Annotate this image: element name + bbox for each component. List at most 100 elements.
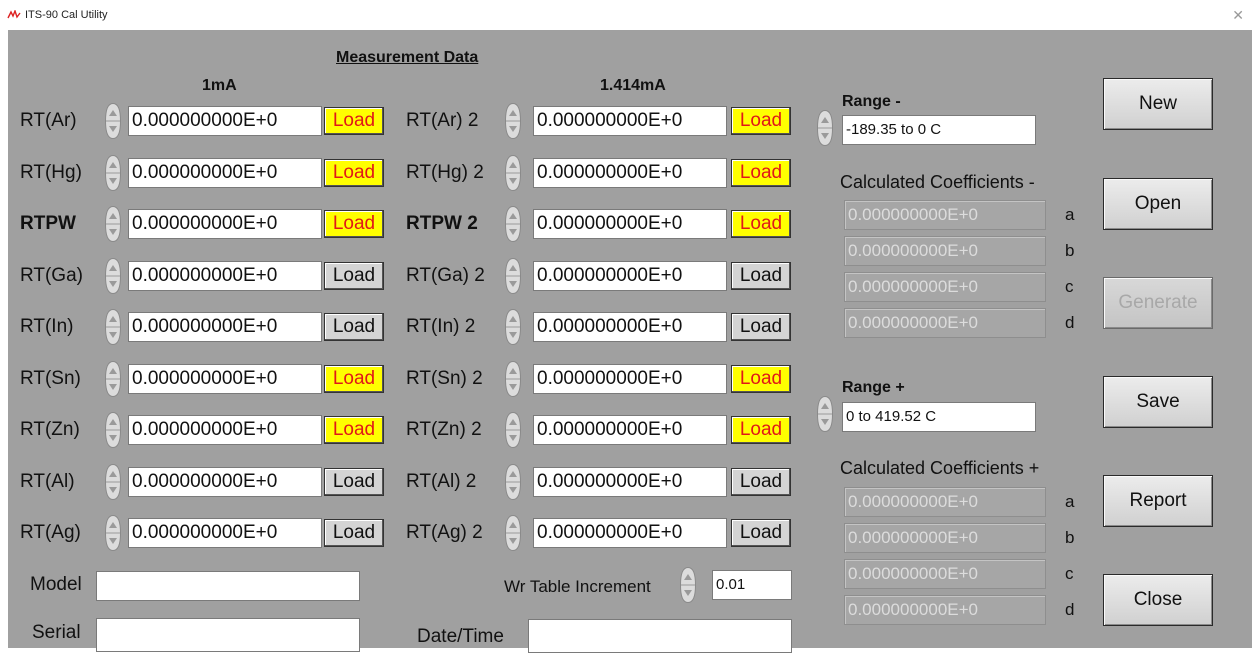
spinner-rt-ar-2-icon[interactable] [505, 103, 521, 139]
row-label-rt-in: RT(In) [20, 316, 74, 337]
value-input-rt-hg[interactable]: 0.000000000E+0 [128, 158, 322, 188]
spinner-rt-ag-2-icon[interactable] [505, 515, 521, 551]
value-input-rt-ag[interactable]: 0.000000000E+0 [128, 518, 322, 548]
model-input[interactable] [96, 571, 360, 601]
open-button[interactable]: Open [1103, 178, 1213, 230]
row-label-rt-sn: RT(Sn) [20, 368, 81, 389]
coefficient-d-label: d [1065, 600, 1075, 619]
spinner-rt-in-icon[interactable] [105, 309, 121, 345]
load-button-rt-ar[interactable]: Load [324, 107, 384, 135]
load-button-rt-ag[interactable]: Load [324, 519, 384, 547]
spinner-rt-hg-2-icon[interactable] [505, 155, 521, 191]
load-button-rt-in-2[interactable]: Load [731, 313, 791, 341]
row-label-rt-ag-2: RT(Ag) 2 [406, 522, 483, 543]
range-plus-spinner-icon[interactable] [817, 396, 833, 432]
value-input-rt-in-2[interactable]: 0.000000000E+0 [533, 312, 727, 342]
row-label-rt-sn-2: RT(Sn) 2 [406, 368, 483, 389]
value-input-rt-ar-2[interactable]: 0.000000000E+0 [533, 106, 727, 136]
generate-button[interactable]: Generate [1103, 277, 1213, 329]
load-button-rt-hg-2[interactable]: Load [731, 159, 791, 187]
value-input-rt-al-2[interactable]: 0.000000000E+0 [533, 467, 727, 497]
range-minus-input[interactable]: -189.35 to 0 C [842, 115, 1036, 145]
wr-table-spinner-icon[interactable] [680, 567, 696, 603]
title-bar: ITS-90 Cal Utility ✕ [0, 0, 1252, 30]
spinner-rt-ag-icon[interactable] [105, 515, 121, 551]
load-button-rt-ag-2[interactable]: Load [731, 519, 791, 547]
spinner-rtpw-icon[interactable] [105, 206, 121, 242]
spinner-rt-in-2-icon[interactable] [505, 309, 521, 345]
coefficient-b-label: b [1065, 241, 1075, 260]
load-button-rt-zn-2[interactable]: Load [731, 416, 791, 444]
new-button[interactable]: New [1103, 78, 1213, 130]
spinner-rt-ar-icon[interactable] [105, 103, 121, 139]
coefficient-b-field: 0.000000000E+0 [844, 236, 1046, 266]
load-button-rt-ga[interactable]: Load [324, 262, 384, 290]
row-label-rt-al-2: RT(Al) 2 [406, 471, 477, 492]
row-label-rt-ar-2: RT(Ar) 2 [406, 110, 479, 131]
value-input-rtpw[interactable]: 0.000000000E+0 [128, 209, 322, 239]
load-button-rt-zn[interactable]: Load [324, 416, 384, 444]
load-button-rt-al[interactable]: Load [324, 468, 384, 496]
spinner-rt-zn-2-icon[interactable] [505, 412, 521, 448]
coefficient-d-field: 0.000000000E+0 [844, 595, 1046, 625]
load-button-rt-al-2[interactable]: Load [731, 468, 791, 496]
row-label-rtpw-2: RTPW 2 [406, 213, 478, 234]
coefficient-c-label: c [1065, 277, 1074, 296]
load-button-rtpw-2[interactable]: Load [731, 210, 791, 238]
coefficients-plus-title: Calculated Coefficients + [840, 458, 1040, 478]
coefficient-a-field: 0.000000000E+0 [844, 200, 1046, 230]
spinner-rt-sn-2-icon[interactable] [505, 361, 521, 397]
load-button-rt-sn[interactable]: Load [324, 365, 384, 393]
value-input-rt-ga-2[interactable]: 0.000000000E+0 [533, 261, 727, 291]
value-input-rt-hg-2[interactable]: 0.000000000E+0 [533, 158, 727, 188]
spinner-rtpw-2-icon[interactable] [505, 206, 521, 242]
row-label-rt-al: RT(Al) [20, 471, 75, 492]
coefficient-d-field: 0.000000000E+0 [844, 308, 1046, 338]
spinner-rt-al-icon[interactable] [105, 464, 121, 500]
coefficient-b-label: b [1065, 528, 1075, 547]
range-plus-input[interactable]: 0 to 419.52 C [842, 402, 1036, 432]
value-input-rt-ga[interactable]: 0.000000000E+0 [128, 261, 322, 291]
spinner-rt-ga-2-icon[interactable] [505, 258, 521, 294]
serial-input[interactable] [96, 618, 360, 652]
spinner-rt-zn-icon[interactable] [105, 412, 121, 448]
row-label-rt-in-2: RT(In) 2 [406, 316, 476, 337]
load-button-rt-ar-2[interactable]: Load [731, 107, 791, 135]
load-button-rtpw[interactable]: Load [324, 210, 384, 238]
load-button-rt-in[interactable]: Load [324, 313, 384, 341]
app-icon [7, 10, 21, 19]
value-input-rt-sn-2[interactable]: 0.000000000E+0 [533, 364, 727, 394]
row-label-rt-ga: RT(Ga) [20, 265, 83, 286]
value-input-rt-al[interactable]: 0.000000000E+0 [128, 467, 322, 497]
window-title: ITS-90 Cal Utility [25, 9, 108, 21]
spinner-rt-sn-icon[interactable] [105, 361, 121, 397]
close-window-icon[interactable]: ✕ [1232, 7, 1244, 24]
value-input-rt-zn-2[interactable]: 0.000000000E+0 [533, 415, 727, 445]
value-input-rt-zn[interactable]: 0.000000000E+0 [128, 415, 322, 445]
coefficient-d-label: d [1065, 313, 1075, 332]
load-button-rt-hg[interactable]: Load [324, 159, 384, 187]
value-input-rt-ag-2[interactable]: 0.000000000E+0 [533, 518, 727, 548]
value-input-rt-in[interactable]: 0.000000000E+0 [128, 312, 322, 342]
row-label-rt-zn: RT(Zn) [20, 419, 80, 440]
spinner-rt-ga-icon[interactable] [105, 258, 121, 294]
value-input-rt-ar[interactable]: 0.000000000E+0 [128, 106, 322, 136]
range-minus-spinner-icon[interactable] [817, 110, 833, 146]
coefficients-minus-title: Calculated Coefficients - [840, 172, 1035, 192]
load-button-rt-sn-2[interactable]: Load [731, 365, 791, 393]
report-button[interactable]: Report [1103, 475, 1213, 527]
close-button[interactable]: Close [1103, 574, 1213, 626]
wr-table-increment-input[interactable]: 0.01 [712, 570, 792, 600]
spinner-rt-hg-icon[interactable] [105, 155, 121, 191]
load-button-rt-ga-2[interactable]: Load [731, 262, 791, 290]
model-label: Model [30, 574, 82, 595]
coefficient-a-label: a [1065, 205, 1075, 224]
save-button[interactable]: Save [1103, 376, 1213, 428]
coefficient-b-field: 0.000000000E+0 [844, 523, 1046, 553]
spinner-rt-al-2-icon[interactable] [505, 464, 521, 500]
value-input-rt-sn[interactable]: 0.000000000E+0 [128, 364, 322, 394]
coefficient-c-label: c [1065, 564, 1074, 583]
value-input-rtpw-2[interactable]: 0.000000000E+0 [533, 209, 727, 239]
row-label-rt-hg: RT(Hg) [20, 162, 82, 183]
column-header-1414ma: 1.414mA [600, 77, 666, 94]
